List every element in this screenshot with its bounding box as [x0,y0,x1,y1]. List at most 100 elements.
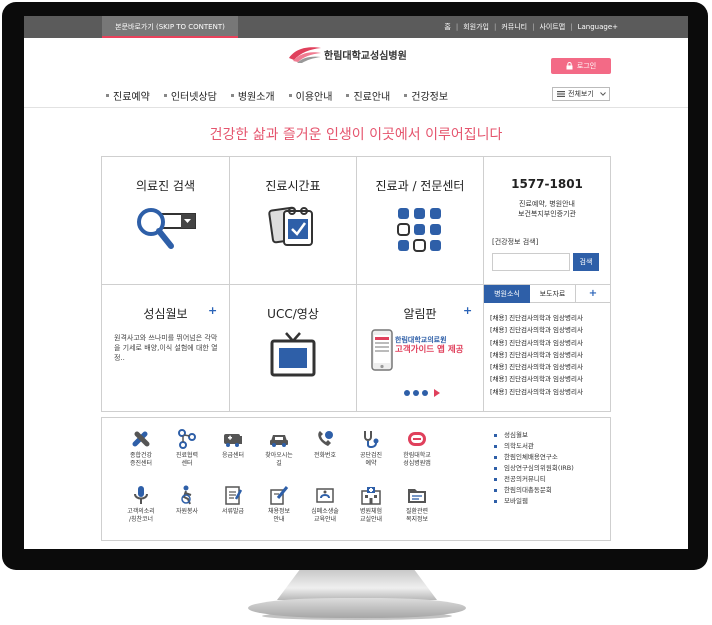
related-link[interactable]: 한림의대총동문회 [494,485,606,496]
quick-volunteer[interactable]: 자원봉사 [164,484,210,516]
bullet-icon [494,500,497,503]
quick-hospital-app[interactable]: 한림대학교 성심병원앱 [394,428,440,468]
quick-customer-voice[interactable]: 고객의소리 /칭찬코너 [118,484,164,524]
banner-line-1: 한림대학교의료원 [395,336,447,344]
magazine-more-icon[interactable]: + [208,304,217,317]
ambulance-icon [224,434,242,447]
health-search-button[interactable]: 검색 [573,253,599,271]
related-link-text: 의학도서관 [504,442,534,450]
pagination-next-icon[interactable] [434,389,440,397]
main-grid: 의료진 검색 진료시간표 진료과 / 전문센터 1577-1801 진료예약, … [101,156,611,412]
related-link[interactable]: 한림인체배용연구소 [494,452,606,463]
pagination-dot[interactable] [413,390,419,396]
skip-to-content-link[interactable]: 본문바로가기 (SKIP TO CONTENT) [102,16,238,38]
quick-network-center[interactable]: 진료협력 센터 [164,428,210,468]
util-language-link[interactable]: Language+ [578,23,618,31]
logo-text: 한림대학교성심병원 [324,50,407,62]
news-item[interactable]: [채용] 진단검사의학과 임상병리사 [490,386,608,398]
monitor: 본문바로가기 (SKIP TO CONTENT) 홈 | 회원가입 | 커뮤니티… [0,0,712,625]
news-item[interactable]: [채용] 진단검사의학과 임상병리사 [490,361,608,373]
related-link[interactable]: 임상연구심의위원회(IRB) [494,463,606,474]
quick-phone-directory[interactable]: 전화번호 [302,428,348,460]
quick-directions[interactable]: 찾아오시는 길 [256,428,302,468]
doctor-search-tile[interactable]: 의료진 검색 [102,157,230,285]
quick-label: 채용정보 안내 [256,508,302,524]
news-tile: 병원소식 보도자료 + [채용] 진단검사의학과 임상병리사 [채용] 진단검사… [484,285,610,411]
departments-tile[interactable]: 진료과 / 전문센터 [357,157,484,285]
bullet-icon [346,94,350,97]
news-item[interactable]: [채용] 진단검사의학과 임상병리사 [490,324,608,336]
bullet-icon [106,94,109,97]
quick-hospital-experience[interactable]: 병원체험 교실안내 [348,484,394,524]
nav-item-online-consult[interactable]: 인터넷상담 [163,88,217,103]
news-item[interactable]: [채용] 진단검사의학과 임상병리사 [490,373,608,385]
quick-health-center[interactable]: 종합건강 증진센터 [118,428,164,468]
phone-number[interactable]: 1577-1801 [484,177,610,191]
tab-press-release[interactable]: 보도자료 [530,285,576,303]
monitor-stand-base [248,598,466,618]
related-link[interactable]: 모바일웹 [494,496,606,507]
util-community-link[interactable]: 커뮤니티 [501,22,527,32]
related-link[interactable]: 성심월보 [494,430,606,441]
bullet-icon [494,445,497,448]
util-signup-link[interactable]: 회원가입 [463,22,489,32]
news-item[interactable]: [채용] 진단검사의학과 임상병리사 [490,312,608,324]
ucc-video-tile[interactable]: UCC/영상 [230,285,357,411]
quick-label-text: 공단검진 예약 [359,452,383,467]
nav-label: 병원소개 [237,92,275,103]
quick-cpr-education[interactable]: 심폐소생술 교육안내 [302,484,348,524]
related-link-text: 임상연구심의위원회(IRB) [504,464,574,472]
skip-link-underline [102,36,238,38]
nav-item-treatment[interactable]: 진료안내 [346,88,390,103]
pagination-dot[interactable] [404,390,410,396]
quick-label-text: 진료협력 센터 [175,452,199,467]
nav-label: 건강정보 [411,92,449,103]
quick-label: 서류발급 [210,508,256,516]
news-item[interactable]: [채용] 진단검사의학과 임상병리사 [490,349,608,361]
quick-welfare-info[interactable]: 질환관련 복지정보 [394,484,440,524]
pagination-dot[interactable] [422,390,428,396]
news-item[interactable]: [채용] 진단검사의학과 임상병리사 [490,337,608,349]
related-link[interactable]: 의학도서관 [494,441,606,452]
bullet-icon [404,94,408,97]
hospital-logo[interactable]: 한림대학교성심병원 [288,44,407,64]
notice-more-icon[interactable]: + [463,304,472,317]
bullet-icon [494,434,497,437]
util-sitemap-link[interactable]: 사이트맵 [539,22,565,32]
nav-item-about[interactable]: 병원소개 [230,88,275,103]
health-search-label: [건강정보 검색] [492,238,539,246]
util-separator: | [532,23,535,31]
banner-pagination [404,389,440,397]
tv-icon [270,332,316,377]
related-link[interactable]: 전공의커뮤니티 [494,474,606,485]
recruit-icon [270,486,289,505]
health-search-input[interactable] [492,253,570,271]
quick-checkup-reservation[interactable]: 공단검진 예약 [348,428,394,468]
login-label: 로그인 [576,62,597,70]
nav-item-reservation[interactable]: 진료예약 [106,88,150,103]
main-slogan: 건강한 삶과 즐거운 인생이 이곳에서 이루어집니다 [209,127,503,143]
news-more-icon[interactable]: + [576,285,610,303]
login-button[interactable]: 로그인 [551,58,611,74]
phone-subtext-1: 진료예약, 병원안내 [519,200,575,208]
util-home-link[interactable]: 홈 [444,22,450,32]
quick-label: 고객의소리 /칭찬코너 [118,508,164,524]
tile-title: 진료시간표 [265,179,321,193]
notice-board-tile[interactable]: 알림판 + 한림대학교의료원 고객가이드 앱 제공 [357,285,484,411]
nav-item-guide[interactable]: 이용안내 [288,88,332,103]
app-banner[interactable]: 한림대학교의료원 고객가이드 앱 제공 [395,335,463,355]
quick-recruitment[interactable]: 채용정보 안내 [256,484,302,524]
magazine-tile[interactable]: 성심월보 + 원격사고와 쓰나미를 뛰어넘은 각막을 기세로 배양,이식 설험에… [102,285,230,411]
grid-dots-icon [397,208,441,252]
calendar-check-icon [268,206,313,246]
schedule-tile[interactable]: 진료시간표 [230,157,357,285]
nav-label: 인터넷상담 [170,92,217,103]
tab-hospital-news[interactable]: 병원소식 [484,285,530,303]
menu-icon [557,91,565,97]
view-all-select[interactable]: 전체보기 [552,87,610,101]
quick-emergency[interactable]: 응급센터 [210,428,256,460]
nav-item-health-info[interactable]: 건강정보 [404,88,448,103]
quick-label-text: 고객의소리 /칭찬코너 [127,508,155,523]
quick-documents[interactable]: 서류발급 [210,484,256,516]
bullet-icon [494,489,497,492]
